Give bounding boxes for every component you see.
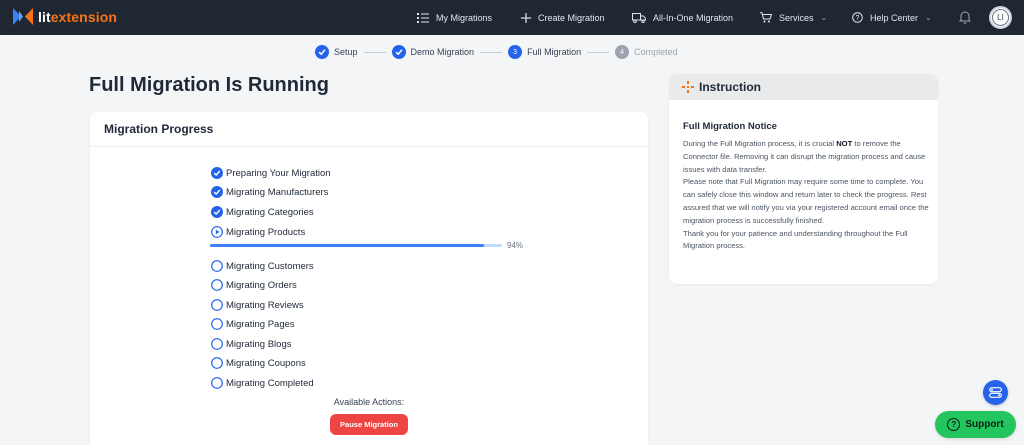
step-divider — [480, 51, 503, 53]
help-icon: ? — [852, 12, 863, 23]
task-item: Migrating Orders — [211, 278, 297, 292]
page-title: Full Migration Is Running — [89, 74, 329, 96]
migration-stepper: Setup Demo Migration 3 Full Migration 4 … — [315, 44, 678, 60]
support-button[interactable]: ? Support — [935, 411, 1016, 438]
sparkle-icon — [682, 81, 694, 93]
step-label: Setup — [334, 47, 358, 57]
nav-services[interactable]: Services ⌄ — [760, 0, 827, 35]
nav-create-migration-label: Create Migration — [538, 12, 605, 23]
empty-circle-icon — [211, 357, 223, 369]
task-label: Migrating Pages — [226, 318, 295, 330]
avatar-initials: LI — [992, 9, 1009, 26]
step-setup: Setup — [315, 45, 358, 59]
instruction-header: Instruction — [669, 74, 938, 100]
task-label: Migrating Manufacturers — [226, 186, 329, 198]
grid-toggle-icon — [989, 387, 1002, 398]
cart-icon — [760, 12, 772, 23]
step-number: 4 — [615, 45, 630, 59]
task-label: Migrating Categories — [226, 206, 314, 218]
empty-circle-icon — [211, 318, 223, 330]
task-item: Migrating Categories — [211, 205, 314, 219]
check-icon — [315, 45, 329, 59]
check-circle-icon — [211, 206, 223, 218]
task-label: Migrating Completed — [226, 377, 314, 389]
task-label: Migrating Orders — [226, 279, 297, 291]
card-title: Migration Progress — [90, 112, 648, 147]
products-progress-bar — [210, 244, 502, 247]
instruction-card: Instruction Full Migration Notice During… — [669, 74, 938, 284]
step-completed: 4 Completed — [615, 45, 678, 59]
task-item: Migrating Blogs — [211, 337, 291, 351]
top-nav: litextension My Migrations Create Migrat… — [0, 0, 1024, 35]
task-label: Migrating Customers — [226, 260, 314, 272]
task-item: Preparing Your Migration — [211, 166, 331, 180]
nav-all-in-one-migration[interactable]: All-In-One Migration — [632, 0, 733, 35]
step-label: Full Migration — [527, 47, 582, 57]
help-circle-icon: ? — [947, 418, 961, 431]
notice-paragraph: During the Full Migration process, it is… — [683, 139, 926, 174]
empty-circle-icon — [211, 260, 223, 272]
truck-icon — [632, 12, 646, 23]
step-label: Completed — [634, 47, 678, 57]
emphasis-not: NOT — [836, 139, 853, 148]
svg-text:?: ? — [856, 15, 860, 22]
step-label: Demo Migration — [410, 47, 475, 57]
task-item: Migrating Customers — [211, 259, 314, 273]
brand-prefix: lit — [38, 8, 51, 25]
brand-suffix: extension — [50, 8, 118, 25]
task-label: Migrating Products — [226, 226, 306, 238]
brand-logo[interactable]: litextension — [13, 8, 117, 25]
pause-migration-button[interactable]: Pause Migration — [330, 414, 408, 435]
step-number: 3 — [508, 45, 523, 59]
check-circle-icon — [211, 167, 223, 179]
progress-percent: 94% — [507, 241, 524, 250]
step-full-migration: 3 Full Migration — [508, 45, 581, 59]
nav-services-label: Services — [779, 12, 814, 23]
plus-icon — [521, 12, 531, 23]
nav-create-migration[interactable]: Create Migration — [521, 0, 605, 35]
empty-circle-icon — [211, 279, 223, 291]
notice-title: Full Migration Notice — [683, 121, 777, 132]
task-item: Migrating Pages — [211, 317, 295, 331]
litextension-logo-icon — [13, 8, 33, 25]
task-item: Migrating Manufacturers — [211, 185, 328, 199]
empty-circle-icon — [211, 299, 223, 311]
list-icon — [417, 12, 429, 23]
task-item: Migrating Coupons — [211, 356, 306, 370]
chevron-down-icon: ⌄ — [925, 13, 932, 22]
empty-circle-icon — [211, 338, 223, 350]
available-actions-label: Available Actions: — [333, 397, 405, 407]
bell-icon[interactable] — [959, 10, 971, 24]
task-item: Migrating Completed — [211, 376, 314, 390]
notice-body: During the Full Migration process, it is… — [683, 138, 931, 253]
instruction-header-label: Instruction — [699, 80, 761, 94]
widget-menu-button[interactable] — [983, 380, 1008, 405]
step-demo-migration: Demo Migration — [391, 45, 475, 59]
check-icon — [391, 45, 406, 59]
support-label: Support — [965, 419, 1004, 430]
task-item: Migrating Reviews — [211, 298, 304, 312]
step-divider — [587, 51, 610, 53]
nav-my-migrations[interactable]: My Migrations — [417, 0, 492, 35]
check-circle-icon — [211, 186, 223, 198]
task-item: Migrating Products — [211, 225, 305, 239]
task-label: Preparing Your Migration — [226, 167, 331, 179]
avatar[interactable]: LI — [989, 6, 1012, 29]
progress-fill — [210, 244, 485, 247]
migration-progress-card: Migration Progress Preparing Your Migrat… — [90, 112, 648, 445]
chevron-down-icon: ⌄ — [820, 13, 828, 22]
nav-my-migrations-label: My Migrations — [436, 12, 493, 23]
nav-help-center[interactable]: ? Help Center ⌄ — [852, 0, 932, 35]
task-label: Migrating Coupons — [226, 357, 306, 369]
step-divider — [363, 51, 386, 53]
nav-all-in-one-label: All-In-One Migration — [653, 12, 734, 23]
play-circle-icon — [211, 226, 223, 238]
notice-paragraph: Thank you for your patience and understa… — [683, 228, 908, 251]
task-label: Migrating Blogs — [226, 338, 292, 350]
notice-paragraph: Please note that Full Migration may requ… — [683, 177, 929, 225]
task-label: Migrating Reviews — [226, 299, 304, 311]
empty-circle-icon — [211, 377, 223, 389]
nav-help-center-label: Help Center — [870, 12, 919, 23]
